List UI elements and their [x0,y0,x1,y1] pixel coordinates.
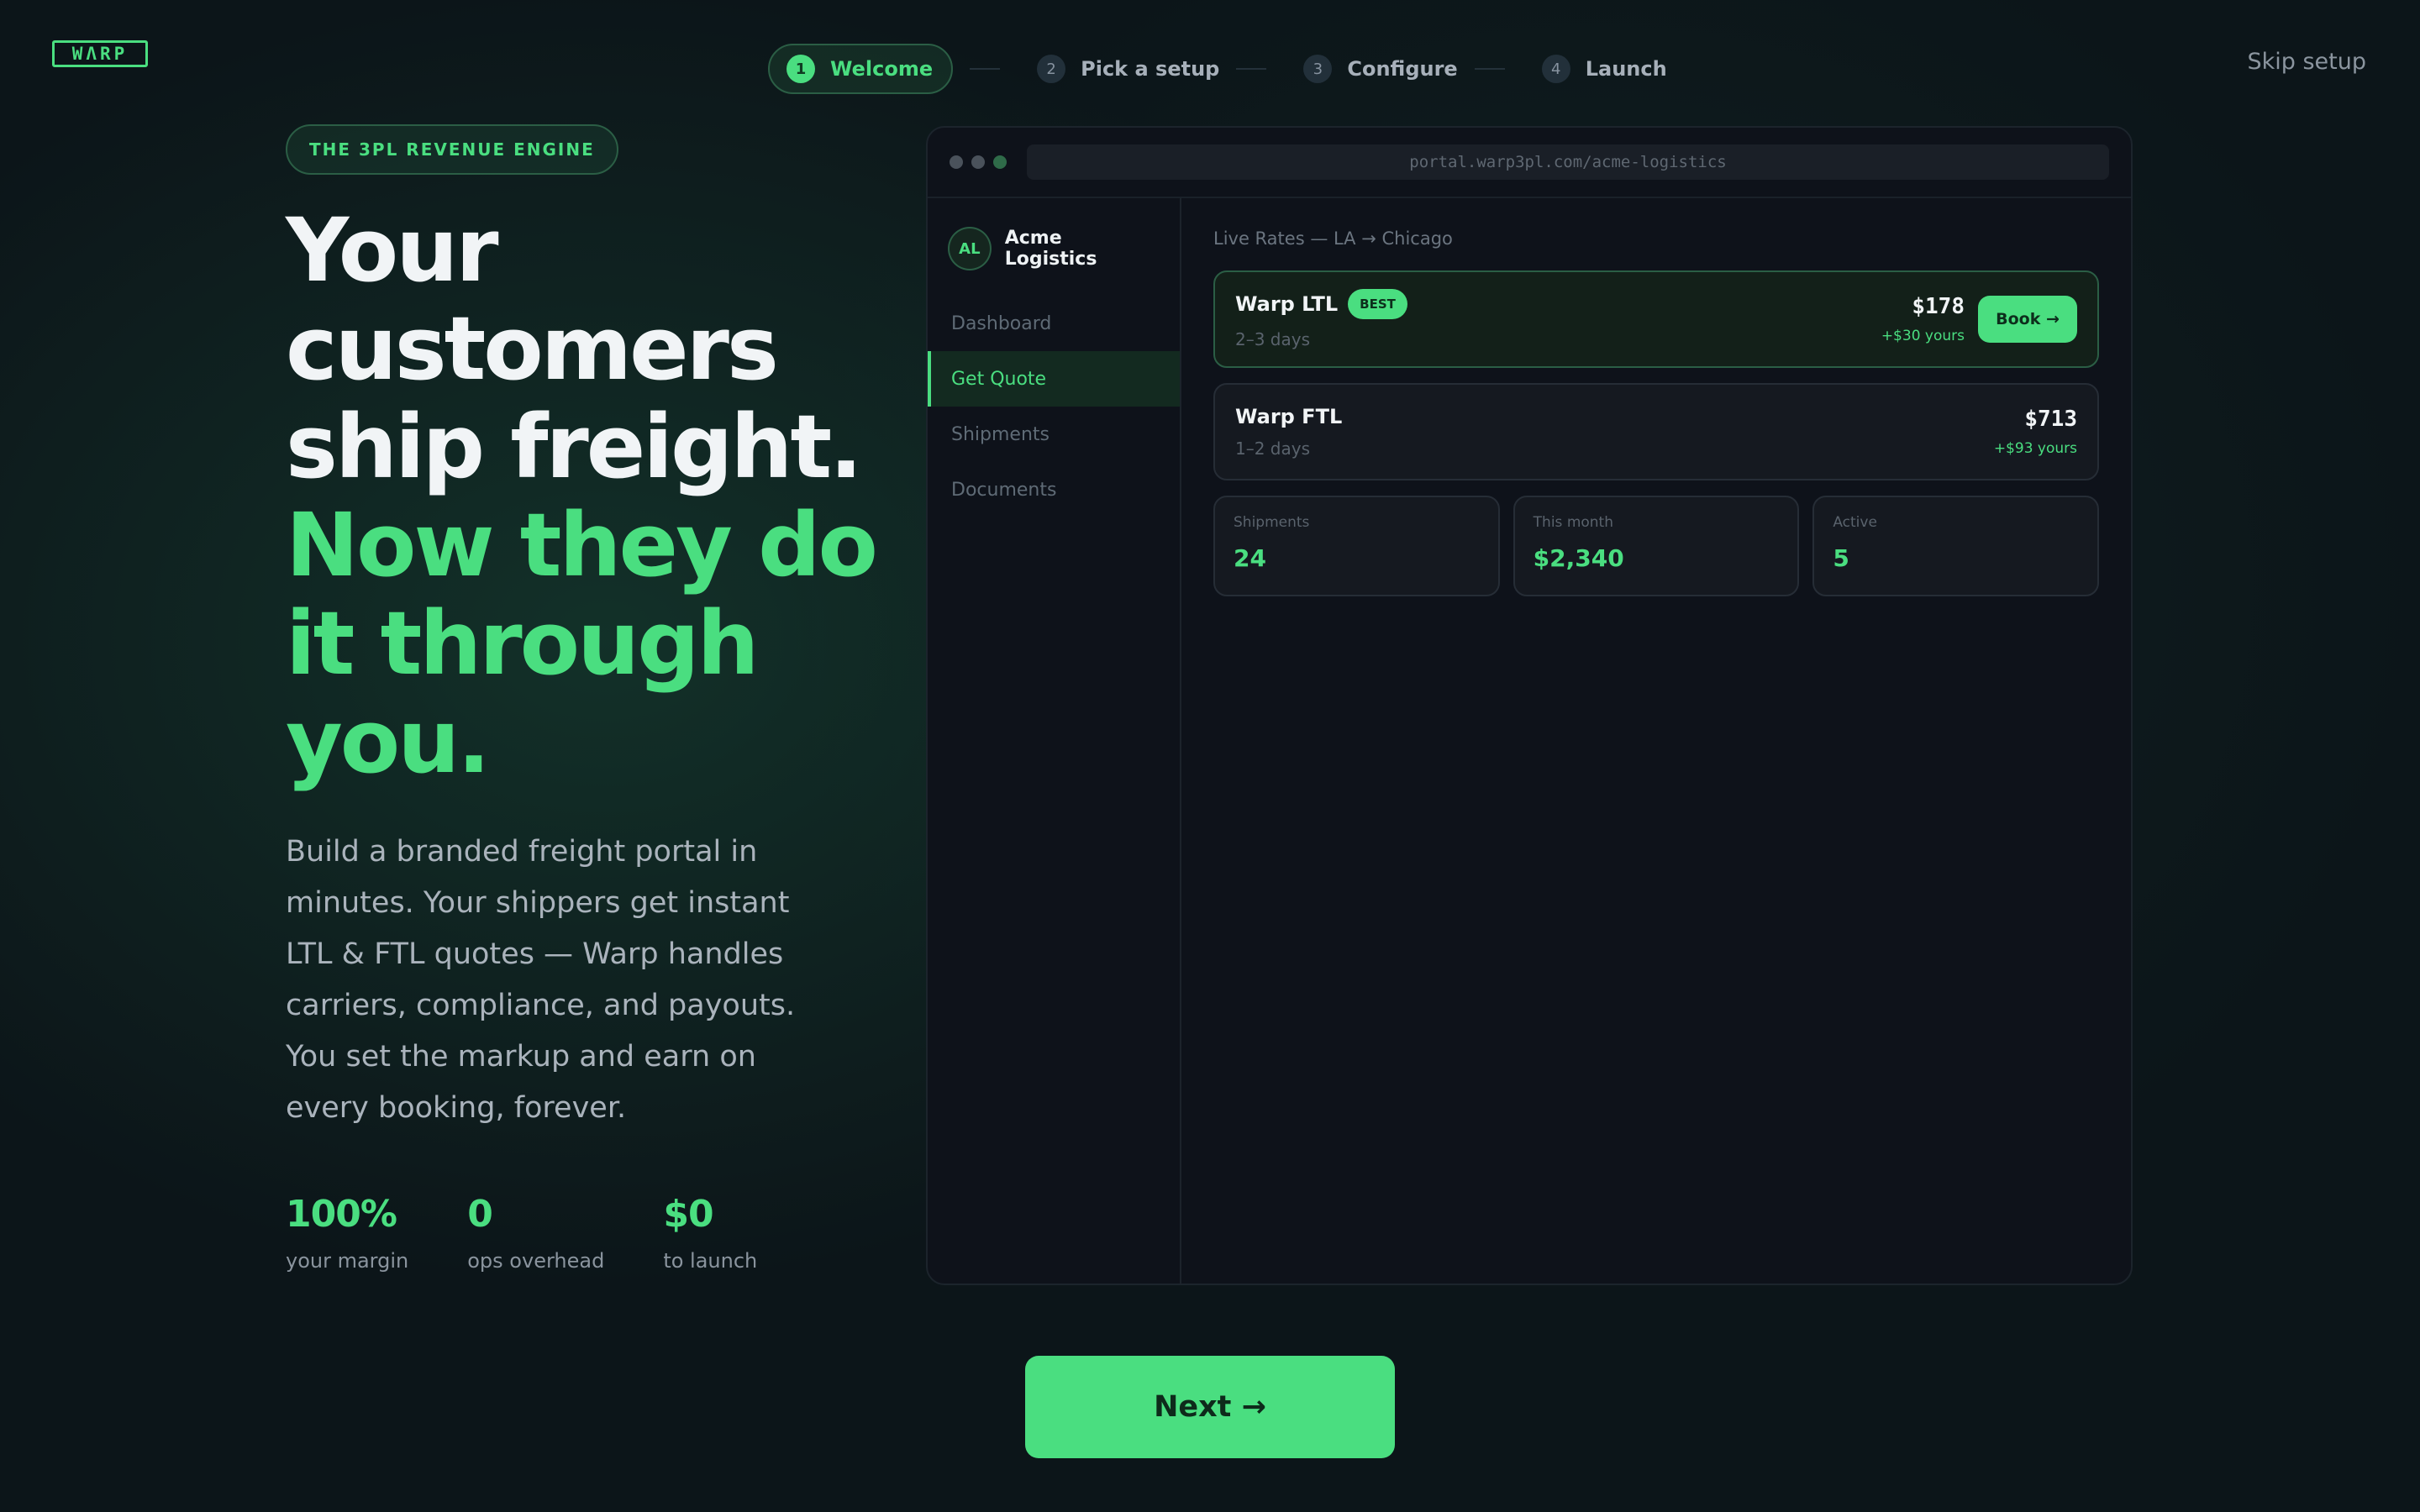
rate-name: Warp FTL [1235,405,1342,428]
metric-value: 24 [1234,544,1266,572]
step-launch[interactable]: 4 Launch [1541,44,1667,94]
price-column: $713 +$93 yours [1994,407,2077,457]
metric-value: $2,340 [1533,544,1624,572]
window-dot-icon [950,155,963,169]
onboarding-stepper: 1 Welcome 2 Pick a setup 3 Configure 4 L… [768,44,1667,94]
metric-label: This month [1533,514,1613,531]
warp-logo[interactable]: WΛRP [52,40,148,67]
step-welcome[interactable]: 1 Welcome [768,44,954,94]
sidebar-item-shipments[interactable]: Shipments [928,407,1180,462]
rate-price: $178 [1912,294,1965,319]
rate-name: Warp LTL BEST [1235,289,1407,319]
step-connector [1236,68,1267,70]
step-number: 4 [1541,55,1570,83]
stat-value: $0 [663,1193,713,1236]
stat-label: your margin [286,1249,409,1273]
stat-launch-cost: $0 to launch [663,1193,757,1273]
step-number: 2 [1037,55,1066,83]
headline-line-accent: you. [286,690,491,793]
eyebrow-badge: THE 3PL REVENUE ENGINE [286,124,618,175]
stat-ops-overhead: 0 ops overhead [467,1193,604,1273]
stat-value: 0 [467,1193,493,1236]
step-label: Pick a setup [1081,57,1220,81]
hero-stats: 100% your margin 0 ops overhead $0 to la… [286,1193,816,1273]
step-label: Configure [1347,57,1458,81]
rate-name-text: Warp FTL [1235,405,1343,428]
org-avatar: AL [948,227,992,270]
org-header: AL Acme Logistics [928,227,1180,270]
metric-value: 5 [1833,544,1849,572]
sidebar-item-documents[interactable]: Documents [928,462,1180,517]
rate-transit-days: 1–2 days [1235,438,1311,459]
stat-label: to launch [663,1249,758,1273]
route-label: Live Rates — LA → Chicago [1213,228,1453,249]
headline-line: ship freight. [286,396,863,498]
portal-app: AL Acme Logistics Dashboard Get Quote Sh… [928,198,2131,1284]
rate-card-ftl[interactable]: Warp FTL 1–2 days $713 +$93 yours [1213,383,2099,480]
org-name: Acme Logistics [1004,228,1097,270]
rate-markup: +$30 yours [1881,328,1965,344]
window-dot-icon [971,155,985,169]
step-configure[interactable]: 3 Configure [1303,44,1458,94]
step-number: 3 [1303,55,1333,83]
hero-headline: Your customers ship freight. Now they do… [286,202,941,791]
step-label: Welcome [830,57,934,81]
browser-chrome: portal.warp3pl.com/acme-logistics [928,128,2131,198]
sidebar-item-get-quote[interactable]: Get Quote [928,351,1180,407]
step-pick-a-setup[interactable]: 2 Pick a setup [1037,44,1219,94]
book-button[interactable]: Book → [1978,296,2077,343]
sidebar-item-dashboard[interactable]: Dashboard [928,296,1180,351]
metric-this-month: This month $2,340 [1512,496,1800,596]
metric-label: Active [1833,514,1877,531]
headline-line-accent: it through [286,592,760,695]
next-button[interactable]: Next → [1025,1356,1395,1458]
metrics-row: Shipments 24 This month $2,340 Active 5 [1213,496,2100,596]
rate-pricing: $178 +$30 yours Book → [1881,294,2077,344]
rate-transit-days: 2–3 days [1235,329,1311,349]
rate-price: $713 [2024,407,2077,432]
metric-active: Active 5 [1812,496,2100,596]
rate-markup: +$93 yours [1993,440,2077,457]
skip-setup-link[interactable]: Skip setup [2247,49,2366,75]
price-column: $178 +$30 yours [1881,294,1965,344]
step-connector [1474,68,1505,70]
best-badge: BEST [1348,289,1407,319]
metric-label: Shipments [1234,514,1310,531]
stat-value: 100% [286,1193,397,1236]
step-number: 1 [786,55,815,83]
portal-sidebar: AL Acme Logistics Dashboard Get Quote Sh… [928,198,1181,1284]
rate-info: Warp FTL 1–2 days [1235,405,1342,459]
step-label: Launch [1585,57,1667,81]
headline-line: Your [286,199,499,302]
step-connector [970,68,1001,70]
rate-info: Warp LTL BEST 2–3 days [1235,289,1407,349]
window-dot-icon [993,155,1007,169]
headline-line: customers [286,297,779,400]
rate-pricing: $713 +$93 yours [1994,407,2077,457]
rate-name-text: Warp LTL [1235,292,1339,316]
metric-shipments: Shipments 24 [1213,496,1500,596]
portal-preview-window: portal.warp3pl.com/acme-logistics AL Acm… [926,126,2133,1285]
portal-main: Live Rates — LA → Chicago Warp LTL BEST … [1181,198,2131,1284]
hero-subtext: Build a branded freight portal in minute… [286,835,796,1125]
headline-line-accent: Now they do [286,494,878,596]
rate-card-ltl[interactable]: Warp LTL BEST 2–3 days $178 +$30 yours B… [1213,270,2099,368]
stat-label: ops overhead [467,1249,605,1273]
stat-margin: 100% your margin [286,1193,408,1273]
url-bar: portal.warp3pl.com/acme-logistics [1027,144,2109,180]
